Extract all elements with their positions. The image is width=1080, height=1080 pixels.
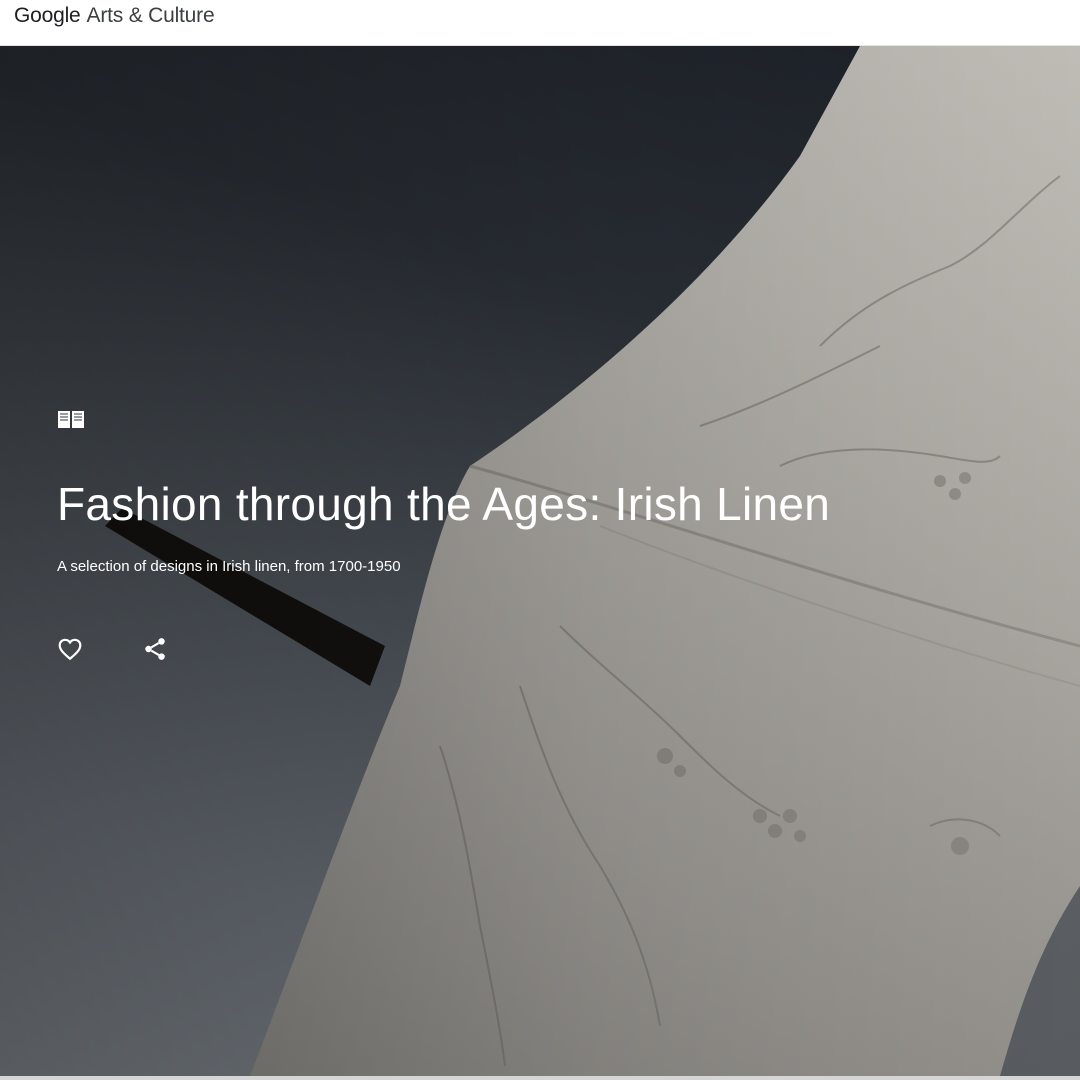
page-bottom-edge — [0, 1076, 1080, 1080]
favorite-button[interactable] — [55, 634, 85, 664]
share-icon — [145, 638, 165, 660]
logo-product: Arts & Culture — [86, 4, 215, 27]
share-button[interactable] — [140, 634, 170, 664]
story-hero: Fashion through the Ages: Irish Linen A … — [0, 46, 1080, 1076]
google-arts-culture-logo[interactable]: Google Arts & Culture — [14, 3, 215, 29]
story-book-icon — [58, 411, 84, 428]
heart-outline-icon — [58, 638, 82, 661]
story-title: Fashion through the Ages: Irish Linen — [57, 478, 831, 530]
logo-brand: Google — [14, 4, 81, 27]
top-app-bar: Google Arts & Culture — [0, 0, 1080, 46]
story-subtitle: A selection of designs in Irish linen, f… — [57, 558, 401, 575]
